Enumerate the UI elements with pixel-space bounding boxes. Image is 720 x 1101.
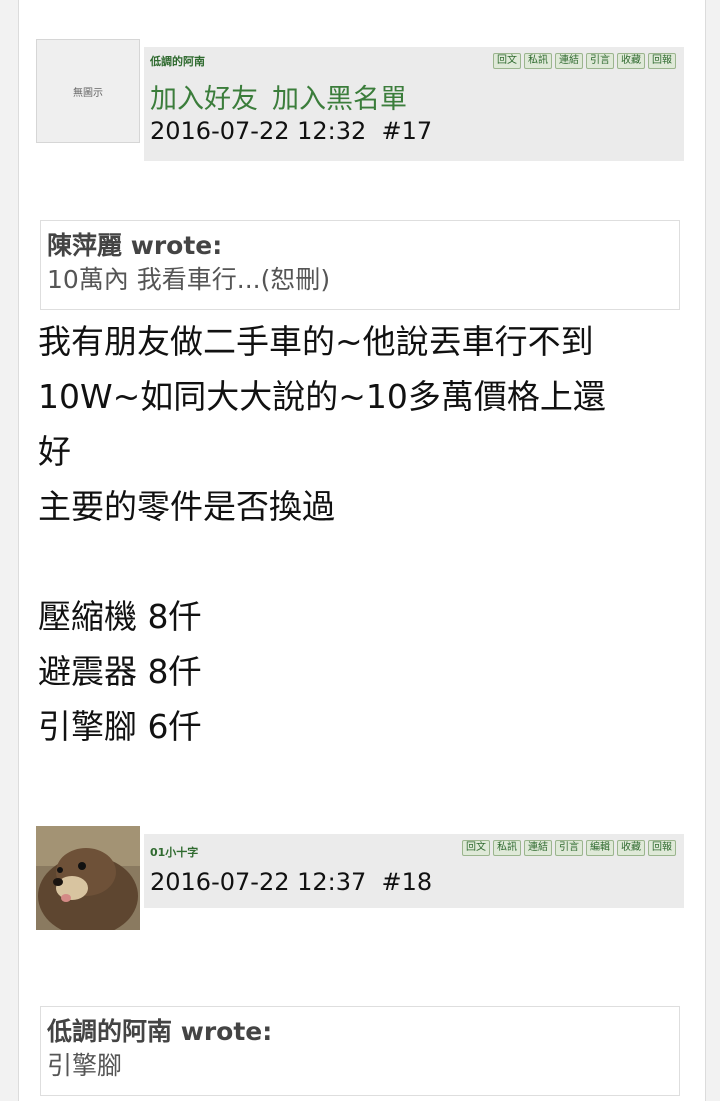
avatar[interactable]: 無圖示	[36, 39, 140, 143]
avatar[interactable]	[36, 826, 140, 930]
quote-author-name: 陳萍麗	[47, 231, 123, 260]
body-line: 主要的零件是否換過	[38, 487, 335, 526]
quote-author: 低調的阿南 wrote:	[47, 1015, 673, 1049]
post-datetime: 2016-07-22 12:32 #17	[150, 117, 432, 145]
body-line: 我有朋友做二手車的~他說丟車行不到	[38, 322, 594, 361]
post-18-header: 01小十字 回文 私訊 連結 引言 編輯 收藏 回報 2016-07-22 12…	[36, 826, 684, 930]
body-line: 引擎腳 6仟	[38, 707, 202, 746]
quote-text: 引擎腳	[47, 1051, 123, 1080]
username[interactable]: 低調的阿南	[150, 53, 205, 69]
username[interactable]: 01小十字	[150, 844, 198, 860]
edit-button[interactable]: 編輯	[586, 840, 614, 856]
quote-text: 10萬內 我看車行...(恕刪)	[47, 265, 331, 294]
body-line: 10W~如同大大說的~10多萬價格上還	[38, 377, 606, 416]
post-actions: 回文 私訊 連結 引言 編輯 收藏 回報	[462, 840, 676, 856]
favorite-button[interactable]: 收藏	[617, 53, 645, 69]
otter-photo-icon	[36, 826, 140, 930]
link-button[interactable]: 連結	[524, 840, 552, 856]
datetime: 2016-07-22 12:37	[150, 868, 367, 896]
favorite-button[interactable]: 收藏	[617, 840, 645, 856]
datetime: 2016-07-22 12:32	[150, 117, 367, 145]
body-line: 避震器 8仟	[38, 652, 202, 691]
body-line: 好	[38, 432, 71, 471]
floor-number[interactable]: #17	[382, 117, 433, 145]
quote-wrote: wrote:	[180, 1017, 273, 1046]
quote-wrote: wrote:	[130, 231, 223, 260]
quote-box: 陳萍麗 wrote: 10萬內 我看車行...(恕刪)	[40, 220, 680, 310]
quote-button[interactable]: 引言	[555, 840, 583, 856]
friend-links: 加入好友 加入黑名單	[150, 77, 421, 116]
post-actions: 回文 私訊 連結 引言 收藏 回報	[493, 53, 676, 69]
post-info-bar: 低調的阿南 回文 私訊 連結 引言 收藏 回報 加入好友 加入黑名單 2016-0…	[144, 47, 684, 161]
quote-button[interactable]: 引言	[586, 53, 614, 69]
reply-button[interactable]: 回文	[493, 53, 521, 69]
message-button[interactable]: 私訊	[493, 840, 521, 856]
post-17-header: 無圖示 低調的阿南 回文 私訊 連結 引言 收藏 回報 加入好友 加入黑名單 20…	[36, 39, 684, 163]
floor-number[interactable]: #18	[382, 868, 433, 896]
report-button[interactable]: 回報	[648, 53, 676, 69]
add-blacklist-link[interactable]: 加入黑名單	[272, 84, 407, 115]
post-info-bar: 01小十字 回文 私訊 連結 引言 編輯 收藏 回報 2016-07-22 12…	[144, 834, 684, 908]
post-datetime: 2016-07-22 12:37 #18	[150, 868, 432, 896]
reply-button[interactable]: 回文	[462, 840, 490, 856]
quote-box: 低調的阿南 wrote: 引擎腳	[40, 1006, 680, 1096]
post-body: 我有朋友做二手車的~他說丟車行不到 10W~如同大大說的~10多萬價格上還 好 …	[38, 314, 688, 754]
quote-author-name: 低調的阿南	[47, 1017, 173, 1046]
body-line	[38, 534, 688, 589]
add-friend-link[interactable]: 加入好友	[150, 84, 258, 115]
quote-author: 陳萍麗 wrote:	[47, 229, 673, 263]
body-line: 壓縮機 8仟	[38, 597, 202, 636]
link-button[interactable]: 連結	[555, 53, 583, 69]
report-button[interactable]: 回報	[648, 840, 676, 856]
message-button[interactable]: 私訊	[524, 53, 552, 69]
